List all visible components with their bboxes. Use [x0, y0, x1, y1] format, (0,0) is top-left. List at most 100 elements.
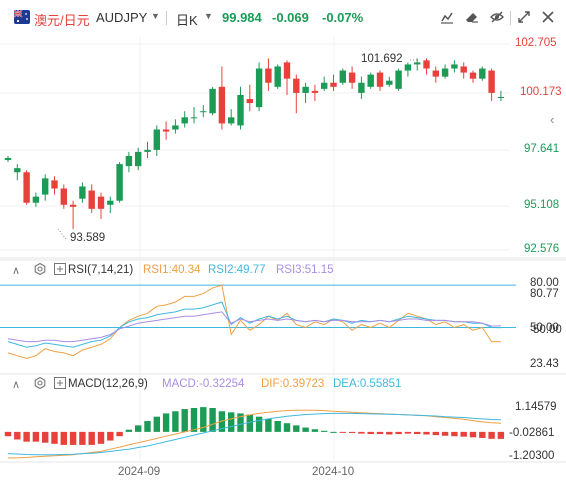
macd-bar [153, 416, 160, 432]
candle-body [200, 111, 207, 113]
candle-body [32, 196, 40, 203]
candle-body [97, 196, 105, 209]
y-tick-label: 95.108 [524, 199, 560, 211]
macd-bar [88, 431, 95, 445]
macd-bar [311, 429, 319, 432]
candle-body [441, 68, 449, 77]
candle-body [469, 72, 477, 79]
rsi-y-tick: 80.77 [530, 288, 559, 300]
candle-body [497, 96, 505, 98]
indicator-box-icon[interactable] [54, 263, 66, 278]
candle-body [293, 78, 300, 93]
candle-body [144, 149, 151, 152]
macd-bar [460, 431, 467, 437]
candle-body [246, 99, 253, 104]
candle-body [348, 72, 356, 83]
grid-lines [0, 36, 566, 463]
rsi-line-1 [7, 284, 501, 360]
macd-series [4, 407, 505, 459]
indicator-box-icon[interactable] [54, 377, 66, 392]
macd-bar [172, 411, 179, 432]
macd-bar [469, 431, 477, 438]
macd-bar [79, 431, 86, 445]
macd-bar [321, 430, 328, 432]
macd-bar [228, 412, 235, 432]
macd-bar [209, 407, 216, 432]
candle-body [488, 70, 495, 93]
macd-bar [432, 431, 439, 436]
candle-body [274, 66, 281, 87]
macd-bar [107, 431, 114, 441]
candle-body [451, 64, 458, 69]
macd-bar [376, 431, 384, 435]
macd-bar [162, 413, 170, 432]
candle-body [69, 204, 77, 207]
dea-value: DEA:0.55851 [333, 378, 402, 390]
settings-gear-icon[interactable] [34, 376, 46, 392]
rsi3-value: RSI3:51.15 [276, 264, 334, 276]
macd-bar [60, 431, 67, 445]
settings-gear-icon[interactable] [34, 262, 46, 278]
candle-body [153, 129, 160, 150]
macd-bar [97, 431, 105, 444]
y-tick-label: 97.641 [524, 143, 560, 155]
candle-body [4, 157, 12, 161]
macd-bar [135, 425, 142, 432]
candle-body [414, 62, 421, 65]
candle-body [237, 94, 244, 126]
macd-bar [367, 431, 374, 435]
rsi1-value: RSI1:40.34 [143, 264, 201, 276]
candle-body [395, 70, 402, 89]
candle-body [209, 88, 216, 114]
chevron-left-icon[interactable]: ‹ [550, 112, 554, 127]
macd-bar [414, 431, 421, 435]
macd-bar [386, 431, 393, 435]
macd-bar [274, 421, 281, 432]
candle-body [172, 125, 179, 130]
macd-bar [116, 431, 123, 437]
collapse-pane-icon[interactable]: ∧ [12, 264, 20, 277]
y-tick-label: 92.576 [524, 243, 560, 255]
macd-bar [14, 431, 21, 440]
macd-y-tick: -0.02861 [509, 427, 555, 439]
macd-bar [479, 431, 486, 438]
candle-body [79, 186, 86, 199]
x-axis-label: 2024-10 [312, 466, 355, 478]
macd-bar [358, 431, 365, 434]
macd-bar [4, 431, 12, 437]
rsi-y-tick: 23.43 [530, 358, 559, 370]
macd-bar [32, 431, 40, 442]
candle-body [265, 68, 272, 83]
macd-value: MACD:-0.32254 [162, 378, 245, 390]
macd-bar [293, 425, 300, 432]
macd-bar [51, 431, 58, 444]
rsi2-value: RSI2:49.77 [208, 264, 266, 276]
macd-title: MACD(12,26,9) [68, 378, 148, 390]
candle-body [135, 151, 142, 167]
candle-body [283, 62, 291, 79]
candle-body [330, 82, 337, 87]
candle-body [311, 90, 319, 93]
macd-bar [265, 418, 272, 432]
macd-bar [451, 431, 458, 437]
rsi-series [0, 284, 516, 360]
candle-body [423, 60, 430, 69]
candle-body [23, 172, 30, 203]
candle-body [367, 74, 374, 87]
low-price-marker: 93.589 [70, 232, 106, 244]
low-leader [57, 228, 67, 240]
candle-body [125, 155, 133, 167]
macd-bar [125, 429, 133, 432]
candle-body [358, 82, 365, 93]
dif-value: DIF:0.39723 [261, 378, 325, 390]
macd-y-tick: 1.14579 [515, 401, 557, 413]
candle-body [255, 68, 263, 108]
candle-body [51, 180, 58, 189]
macd-bar [181, 409, 188, 432]
collapse-pane-icon[interactable]: ∧ [12, 378, 20, 391]
macd-bar [423, 431, 430, 435]
macd-bar [395, 431, 402, 435]
macd-bar [283, 423, 291, 432]
candle-body [42, 178, 49, 195]
candle-body [479, 68, 486, 79]
